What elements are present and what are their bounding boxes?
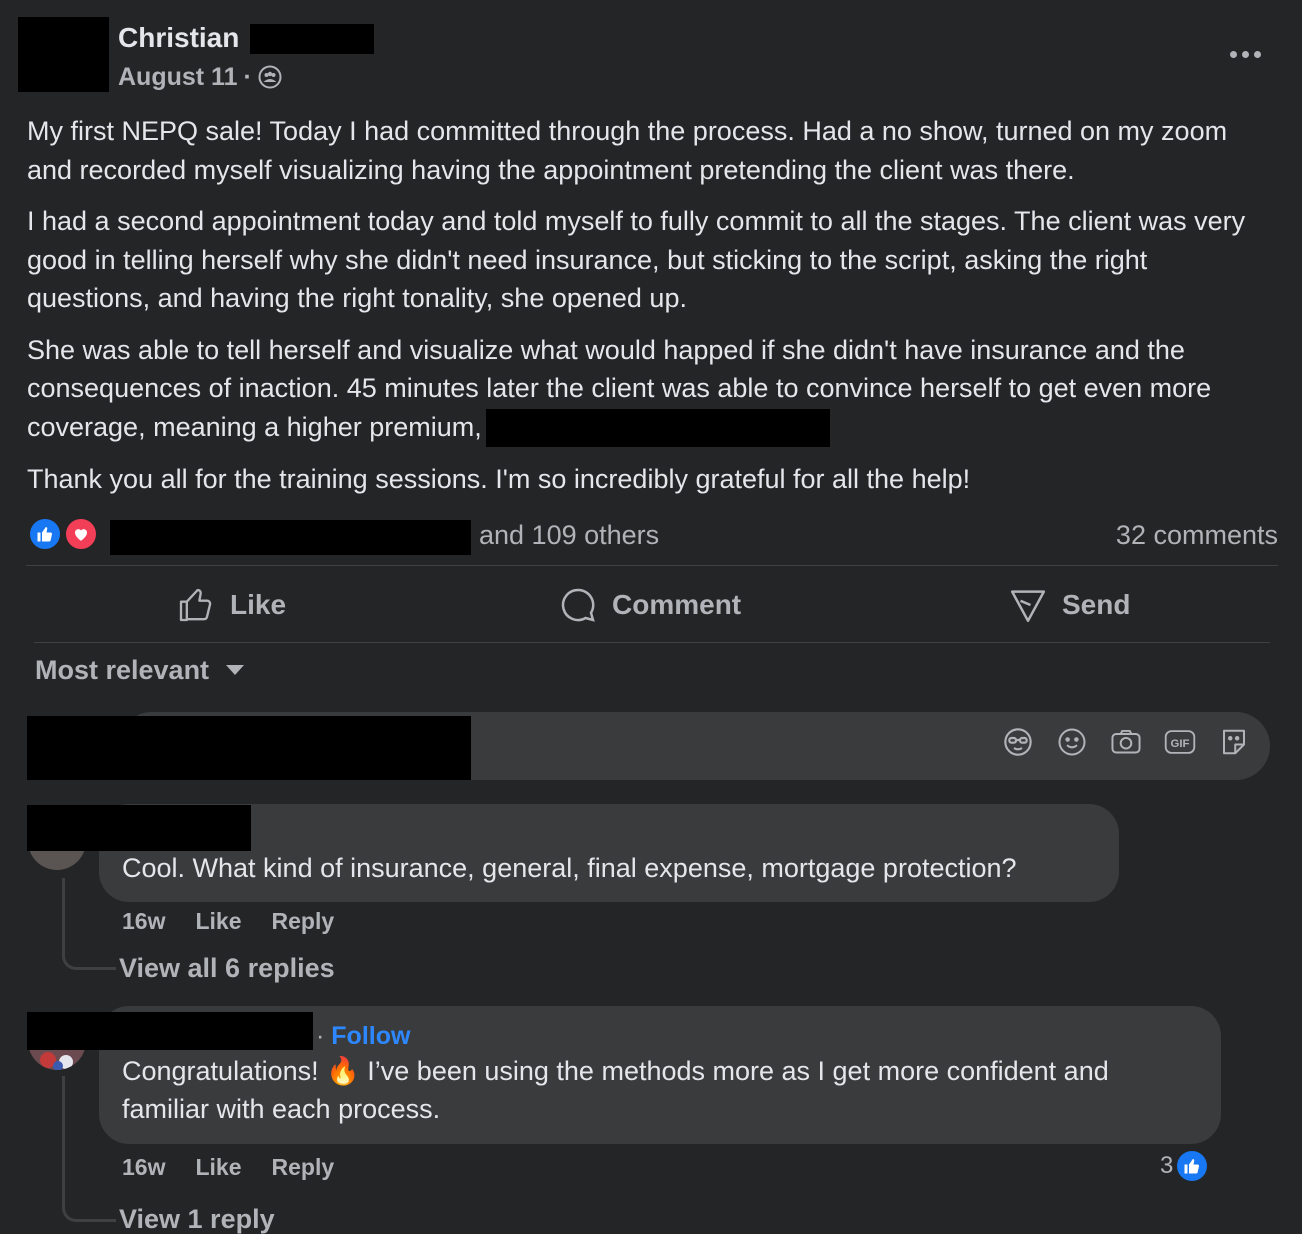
post-date[interactable]: August 11 xyxy=(118,60,237,94)
send-button[interactable]: Send xyxy=(1008,580,1130,630)
post-paragraph: Thank you all for the training sessions.… xyxy=(27,464,971,495)
like-label: Like xyxy=(230,589,287,620)
follow-button[interactable]: Follow xyxy=(331,1022,410,1050)
commenter-name-redacted[interactable] xyxy=(27,1012,313,1050)
comment-text: Congratulations! 🔥 I’ve been using the m… xyxy=(122,1056,1109,1124)
meta-separator: · xyxy=(243,63,252,91)
comment-like-button[interactable]: Like xyxy=(195,1152,241,1182)
more-horizontal-icon xyxy=(1229,50,1237,58)
comment-reply-button[interactable]: Reply xyxy=(272,906,335,936)
commenter-follow: · Follow xyxy=(316,1020,410,1052)
comment-button[interactable]: Comment xyxy=(558,580,741,630)
comment-timestamp[interactable]: 16w xyxy=(122,1152,165,1182)
camera-icon[interactable] xyxy=(1110,726,1142,758)
caret-down-icon xyxy=(225,664,245,676)
post-paragraph: I had a second appointment today and tol… xyxy=(27,206,1246,313)
divider xyxy=(34,642,1270,643)
view-replies-link[interactable]: View all 6 replies xyxy=(119,951,335,985)
author-name[interactable]: Christian xyxy=(118,20,239,56)
more-options-button[interactable] xyxy=(1222,36,1268,72)
sticker-icon[interactable] xyxy=(1218,726,1250,758)
view-replies-link[interactable]: View 1 reply xyxy=(119,1202,275,1234)
comment-reactions[interactable]: 3 xyxy=(1160,1149,1210,1183)
like-reaction-icon xyxy=(1175,1149,1210,1183)
comment-timestamp[interactable]: 16w xyxy=(122,906,165,936)
thumbs-up-icon xyxy=(176,585,216,625)
send-label: Send xyxy=(1062,589,1131,620)
post-paragraph: My first NEPQ sale! Today I had committe… xyxy=(27,116,1228,185)
comment-actions: 16w Like Reply xyxy=(122,906,334,936)
commenter-name-redacted[interactable] xyxy=(27,805,251,851)
composer-avatar-redacted xyxy=(27,716,471,780)
comment-text: Cool. What kind of insurance, general, f… xyxy=(122,853,1017,883)
post-body: My first NEPQ sale! Today I had committe… xyxy=(27,112,1277,512)
like-reaction-icon xyxy=(28,517,62,551)
fire-emoji: 🔥 xyxy=(326,1056,360,1086)
gif-label: GIF xyxy=(1170,738,1189,750)
reactions-summary[interactable]: and 109 others 32 comments xyxy=(28,515,1278,555)
comment-actions: 16w Like Reply xyxy=(122,1152,334,1182)
love-reaction-icon xyxy=(64,517,98,551)
post-meta: August 11 · xyxy=(118,60,282,94)
like-button[interactable]: Like xyxy=(176,580,286,630)
comment-sort-dropdown[interactable]: Most relevant xyxy=(35,652,245,688)
comment-like-button[interactable]: Like xyxy=(195,906,241,936)
like-count: 3 xyxy=(1160,1152,1174,1179)
comment-reply-button[interactable]: Reply xyxy=(272,1152,335,1182)
author-surname-redacted xyxy=(250,24,374,54)
avatar-sticker-icon[interactable] xyxy=(1002,726,1034,758)
post-paragraph: She was able to tell herself and visuali… xyxy=(27,331,1277,448)
redacted-text xyxy=(485,409,830,448)
comment-bubble-icon xyxy=(558,585,598,625)
author-avatar-redacted[interactable] xyxy=(18,17,109,92)
comment-label: Comment xyxy=(612,589,742,620)
emoji-icon[interactable] xyxy=(1056,726,1088,758)
comments-count[interactable]: 32 comments xyxy=(1116,517,1278,553)
divider xyxy=(26,565,1278,566)
gif-icon[interactable]: GIF xyxy=(1164,726,1196,758)
reactions-others-count[interactable]: and 109 others xyxy=(479,517,659,553)
sort-label: Most relevant xyxy=(35,655,210,685)
follow-separator: · xyxy=(316,1022,325,1050)
reactor-names-redacted xyxy=(110,520,471,555)
send-icon xyxy=(1008,585,1048,625)
composer-icons: GIF xyxy=(1002,726,1250,758)
group-icon xyxy=(258,65,282,89)
